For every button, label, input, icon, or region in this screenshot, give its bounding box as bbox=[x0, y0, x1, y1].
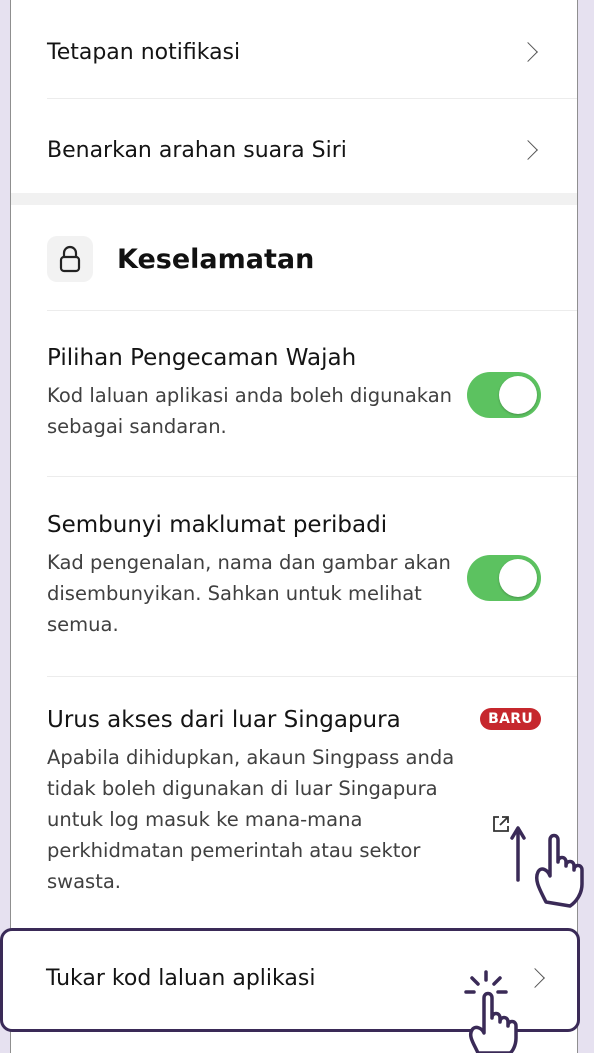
security-title: Keselamatan bbox=[117, 243, 315, 275]
hand-pointer-icon bbox=[510, 826, 584, 908]
face-id-toggle[interactable] bbox=[467, 372, 541, 418]
hide-info-title: Sembunyi maklumat peribadi bbox=[47, 512, 388, 538]
divider bbox=[47, 98, 577, 99]
divider bbox=[47, 476, 577, 477]
toggle-knob bbox=[499, 559, 537, 597]
chevron-right-icon bbox=[518, 140, 538, 160]
divider bbox=[47, 676, 577, 677]
overseas-access-title: Urus akses dari luar Singapura bbox=[47, 707, 401, 733]
face-id-description: Kod laluan aplikasi anda boleh digunakan… bbox=[47, 384, 453, 438]
divider bbox=[47, 310, 577, 311]
face-id-setting: Pilihan Pengecaman Wajah Kod laluan apli… bbox=[47, 342, 541, 442]
change-passcode-label: Tukar kod laluan aplikasi bbox=[46, 965, 316, 991]
overseas-access-description: Apabila dihidupkan, akaun Singpass anda … bbox=[47, 746, 455, 893]
siri-row[interactable]: Benarkan arahan suara Siri bbox=[47, 120, 541, 180]
settings-screen: Tetapan notifikasi Benarkan arahan suara… bbox=[10, 0, 578, 1053]
new-badge: BARU bbox=[480, 708, 541, 730]
lock-icon bbox=[47, 236, 93, 282]
section-separator bbox=[11, 193, 577, 205]
tap-hand-icon bbox=[464, 970, 518, 1053]
siri-label: Benarkan arahan suara Siri bbox=[47, 137, 347, 163]
toggle-knob bbox=[499, 376, 537, 414]
hide-info-toggle[interactable] bbox=[467, 555, 541, 601]
overseas-access-setting[interactable]: Urus akses dari luar Singapura BARU Apab… bbox=[47, 704, 541, 897]
hide-info-description: Kad pengenalan, nama dan gambar akan dis… bbox=[47, 551, 451, 636]
chevron-right-icon bbox=[518, 42, 538, 62]
security-section-header: Keselamatan bbox=[47, 236, 314, 282]
notification-settings-row[interactable]: Tetapan notifikasi bbox=[47, 22, 541, 82]
notification-settings-label: Tetapan notifikasi bbox=[47, 39, 241, 65]
hide-info-setting: Sembunyi maklumat peribadi Kad pengenala… bbox=[47, 509, 541, 640]
face-id-title: Pilihan Pengecaman Wajah bbox=[47, 345, 357, 371]
